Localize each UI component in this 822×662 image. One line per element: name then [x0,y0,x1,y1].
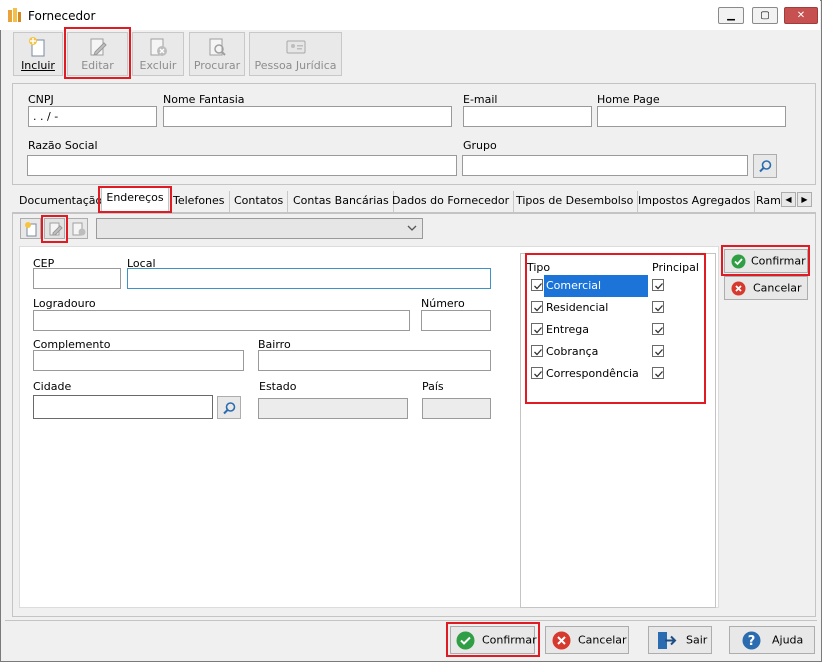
tab-dados-do-fornecedor[interactable]: Dados do Fornecedor [388,191,515,212]
cep-field[interactable] [33,268,121,289]
cancelar-label: Cancelar [578,633,627,647]
id-card-icon [286,40,305,54]
cancel-circle-icon [731,281,746,296]
grupo-label: Grupo [463,139,497,152]
cidade-field[interactable] [33,395,213,419]
address-edit-highlight [41,215,68,243]
nome-fantasia-label: Nome Fantasia [163,93,245,106]
address-selector-dropdown[interactable] [96,218,423,239]
logradouro-field[interactable] [33,310,410,331]
estado-field[interactable] [258,398,408,419]
ajuda-label: Ajuda [772,633,804,647]
home-page-field[interactable] [597,106,786,127]
side-confirmar-highlight [721,245,810,276]
cidade-label: Cidade [33,380,72,393]
pais-label: País [422,380,444,393]
incluir-label: Incluir [21,59,55,72]
pessoa-juridica-label: Pessoa Jurídica [254,59,337,72]
close-button[interactable]: ✕ [784,7,818,24]
numero-label: Número [421,297,465,310]
grupo-search-button[interactable] [753,154,777,178]
maximize-button[interactable]: ▢ [752,7,778,24]
email-field[interactable] [463,106,592,127]
numero-field[interactable] [421,310,491,331]
logradouro-label: Logradouro [33,297,96,310]
cnpj-field[interactable]: . . / - [28,106,157,127]
pessoa-juridica-button[interactable]: Pessoa Jurídica [249,32,342,76]
editar-highlight [64,27,131,79]
pais-field[interactable] [422,398,491,419]
ajuda-button[interactable]: ? Ajuda [729,626,815,654]
side-cancelar-button[interactable]: Cancelar [724,276,808,300]
help-icon: ? [742,631,761,650]
exit-door-icon [658,632,677,649]
title-bar [0,0,820,30]
new-document-icon [29,37,45,57]
tab-documentacao[interactable]: Documentação [15,191,108,212]
complemento-field[interactable] [33,350,244,371]
excluir-button[interactable]: Excluir [132,32,184,76]
address-delete-button[interactable] [67,218,88,239]
cancelar-button[interactable]: Cancelar [545,626,629,654]
search-document-icon [209,38,226,56]
incluir-button[interactable]: Incluir [13,32,63,76]
cancel-circle-icon [552,631,571,650]
new-document-icon [25,222,37,237]
delete-document-icon [150,38,167,56]
procurar-button[interactable]: Procurar [189,32,245,76]
tab-impostos-agregados[interactable]: Impostos Agregados [634,191,756,212]
search-icon [223,402,236,415]
home-page-label: Home Page [597,93,660,106]
chevron-down-icon [407,225,417,231]
svg-text:?: ? [748,634,756,649]
tab-contas-bancarias[interactable]: Contas Bancárias [289,191,394,212]
search-icon [759,160,772,173]
tab-ramo[interactable]: Ramo [752,191,780,212]
procurar-label: Procurar [193,59,241,72]
sair-label: Sair [686,633,708,647]
tab-contatos[interactable]: Contatos [230,191,289,212]
tab-scroll-left-button[interactable]: ◀ [781,192,796,207]
nome-fantasia-field[interactable] [163,106,452,127]
cidade-search-button[interactable] [217,396,241,419]
enderecos-tab-highlight [98,186,172,213]
razao-social-field[interactable] [27,155,457,176]
bairro-field[interactable] [258,350,491,371]
tab-tipos-de-desembolso[interactable]: Tipos de Desembolso [512,191,639,212]
confirmar-highlight [446,622,540,657]
estado-label: Estado [259,380,297,393]
minimize-button[interactable]: ▁ [718,7,744,24]
delete-document-icon [72,222,86,236]
cnpj-label: CNPJ [28,93,54,106]
app-icon [8,8,21,22]
local-field[interactable] [127,268,491,289]
email-label: E-mail [463,93,498,106]
address-new-button[interactable] [20,218,41,239]
excluir-label: Excluir [139,59,177,72]
window-title: Fornecedor [28,9,96,23]
types-highlight [525,253,706,404]
tab-telefones[interactable]: Telefones [169,191,230,212]
sair-button[interactable]: Sair [648,626,712,654]
grupo-field[interactable] [462,155,748,176]
side-cancelar-label: Cancelar [753,281,802,295]
tab-scroll-right-button[interactable]: ▶ [797,192,812,207]
razao-social-label: Razão Social [28,139,98,152]
